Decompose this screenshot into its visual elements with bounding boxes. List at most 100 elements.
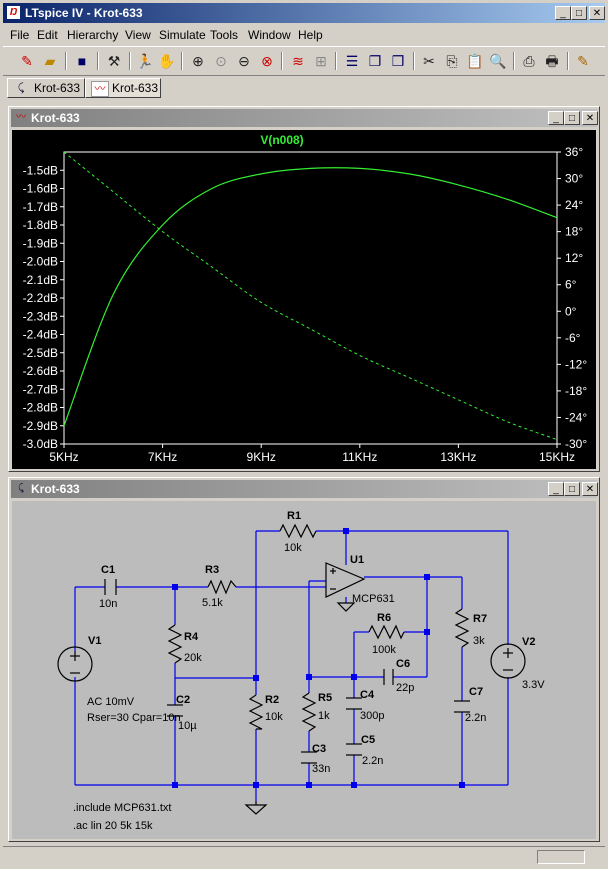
maximize-icon[interactable]: □ — [571, 6, 587, 20]
x-tick-label: 13KHz — [440, 450, 476, 464]
zoom-out-icon[interactable]: ⊖ — [234, 51, 254, 71]
tile-horizontal-icon[interactable]: ☰ — [342, 51, 362, 71]
grid-icon[interactable]: ⊞ — [311, 51, 331, 71]
r5-value[interactable]: 1k — [318, 710, 330, 722]
v1-ref[interactable]: V1 — [88, 635, 101, 647]
menu-help[interactable]: Help — [298, 28, 323, 42]
right-tick-label: -12° — [565, 357, 587, 371]
c3-ref[interactable]: C3 — [312, 743, 326, 755]
toolbar-separator — [65, 52, 67, 70]
save-icon[interactable]: ■ — [72, 51, 92, 71]
c6-ref[interactable]: C6 — [396, 658, 410, 670]
run-icon[interactable]: 🏃 — [135, 51, 155, 71]
left-tick-label: -3.0dB — [23, 437, 58, 451]
x-tick-label: 9KHz — [247, 450, 276, 464]
c1-value[interactable]: 10n — [99, 598, 117, 610]
print-icon[interactable]: 🖶 — [542, 51, 562, 71]
toolbar-separator — [129, 52, 131, 70]
close-icon[interactable]: ✕ — [582, 482, 598, 496]
schematic-canvas[interactable]: R1 10k C1 10n R3 5.1k U1 MCP631 R6 100k … — [12, 501, 596, 839]
r6-value[interactable]: 100k — [372, 644, 396, 656]
c7-ref[interactable]: C7 — [469, 686, 483, 698]
c3-value[interactable]: 33n — [312, 763, 330, 775]
right-tick-label: 12° — [565, 251, 583, 265]
menu-hierarchy[interactable]: Hierarchy — [67, 28, 118, 42]
c4-value[interactable]: 300p — [360, 710, 384, 722]
new-schematic-icon[interactable]: ✎ — [17, 51, 37, 71]
schematic-icon: ⤹ — [18, 483, 24, 494]
minimize-icon[interactable]: _ — [555, 6, 571, 20]
trace-label-v-n008[interactable]: V(n008) — [260, 133, 303, 147]
halt-icon[interactable]: ✋ — [157, 51, 177, 71]
menu-simulate[interactable]: Simulate — [159, 28, 206, 42]
menu-view[interactable]: View — [125, 28, 151, 42]
r3-value[interactable]: 5.1k — [202, 597, 223, 609]
ltspice-icon[interactable]: Ŋ — [7, 6, 20, 19]
r7-ref[interactable]: R7 — [473, 613, 487, 625]
left-tick-label: -2.2dB — [23, 291, 58, 305]
toolbar-separator — [567, 52, 569, 70]
close-icon[interactable]: ✕ — [582, 111, 598, 125]
control-panel-icon[interactable]: ⚒ — [104, 51, 124, 71]
menu-file[interactable]: File — [10, 28, 29, 42]
c5-ref[interactable]: C5 — [361, 734, 375, 746]
c6-value[interactable]: 22p — [396, 682, 414, 694]
app-title: LTspice IV - Krot-633 — [25, 6, 143, 20]
zoom-fit-icon[interactable]: ⊙ — [211, 51, 231, 71]
spice-directive-include[interactable]: .include MCP631.txt — [73, 802, 171, 814]
open-icon[interactable]: ▰ — [40, 51, 60, 71]
left-tick-label: -2.4dB — [23, 328, 58, 342]
menu-window[interactable]: Window — [248, 28, 291, 42]
copy-icon[interactable]: ⎘ — [442, 51, 462, 71]
print-preview-icon[interactable]: ⎙ — [519, 51, 539, 71]
c2-value[interactable]: 10µ — [178, 720, 197, 732]
find-icon[interactable]: 🔍 — [488, 51, 508, 71]
zoom-cancel-icon[interactable]: ⊗ — [257, 51, 277, 71]
menu-tools[interactable]: Tools — [210, 28, 238, 42]
minimize-icon[interactable]: _ — [548, 111, 564, 125]
r6-ref[interactable]: R6 — [377, 612, 391, 624]
c2-ref[interactable]: C2 — [176, 694, 190, 706]
pencil-icon[interactable]: ✎ — [573, 51, 593, 71]
minimize-icon[interactable]: _ — [548, 482, 564, 496]
c5-value[interactable]: 2.2n — [362, 755, 383, 767]
zoom-in-icon[interactable]: ⊕ — [188, 51, 208, 71]
cascade-icon[interactable]: ❐ — [365, 51, 385, 71]
v2-value[interactable]: 3.3V — [522, 679, 545, 691]
tile-vertical-icon[interactable]: ❒ — [388, 51, 408, 71]
right-tick-label: 18° — [565, 225, 583, 239]
c1-ref[interactable]: C1 — [101, 564, 115, 576]
close-icon[interactable]: ✕ — [589, 6, 605, 20]
paste-icon[interactable]: 📋 — [465, 51, 485, 71]
r7-value[interactable]: 3k — [473, 635, 485, 647]
menu-edit[interactable]: Edit — [37, 28, 58, 42]
autorange-icon[interactable]: ≋ — [288, 51, 308, 71]
v1-param-rser[interactable]: Rser=30 Cpar=10n — [87, 712, 181, 724]
maximize-icon[interactable]: □ — [564, 111, 580, 125]
v2-ref[interactable]: V2 — [522, 636, 535, 648]
r1-ref[interactable]: R1 — [287, 510, 301, 522]
u1-ref[interactable]: U1 — [350, 554, 364, 566]
right-tick-label: 0° — [565, 304, 577, 318]
r3-ref[interactable]: R3 — [205, 564, 219, 576]
r1-value[interactable]: 10k — [284, 542, 302, 554]
tab-schematic[interactable]: ⤹ Krot-633 — [7, 78, 85, 98]
r2-value[interactable]: 10k — [265, 711, 283, 723]
cut-icon[interactable]: ✂ — [419, 51, 439, 71]
v1-param-ac[interactable]: AC 10mV — [87, 696, 135, 708]
waveform-plot[interactable]: V(n008) -1.5dB -1.6dB -1.7dB -1.8dB -1.9dB -2… — [12, 130, 596, 469]
u1-value[interactable]: MCP631 — [352, 593, 395, 605]
right-tick-label: -6° — [565, 331, 581, 345]
r4-value[interactable]: 20k — [184, 652, 202, 664]
r2-ref[interactable]: R2 — [265, 694, 279, 706]
toolbar-separator — [335, 52, 337, 70]
left-tick-label: -2.6dB — [23, 364, 58, 378]
r5-ref[interactable]: R5 — [318, 692, 332, 704]
plot-window-title-bar: 〰 Krot-633 _ □ ✕ — [11, 109, 598, 127]
tab-waveform[interactable]: 〰 Krot-633 — [85, 78, 161, 98]
c7-value[interactable]: 2.2n — [465, 712, 486, 724]
c4-ref[interactable]: C4 — [360, 689, 375, 701]
r4-ref[interactable]: R4 — [184, 631, 199, 643]
maximize-icon[interactable]: □ — [564, 482, 580, 496]
spice-directive-ac[interactable]: .ac lin 20 5k 15k — [73, 820, 153, 832]
